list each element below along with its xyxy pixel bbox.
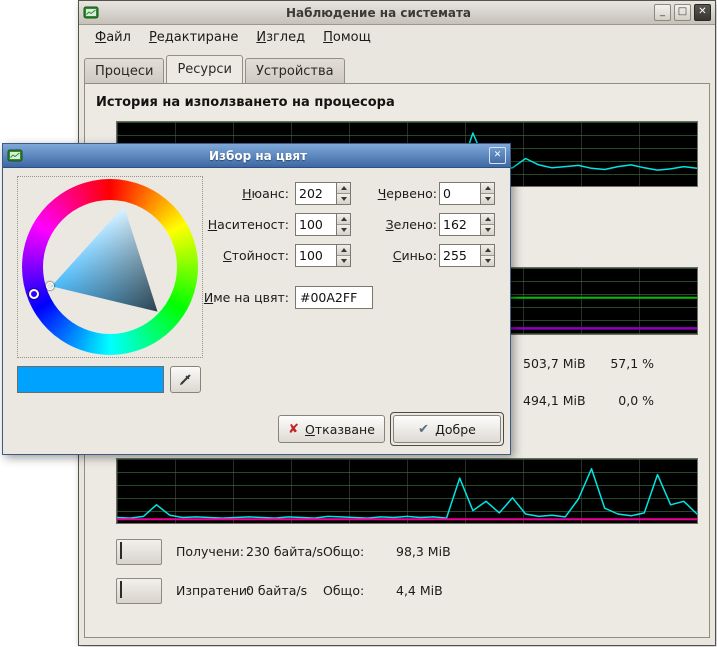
dialog-title: Избор на цвят <box>27 149 489 163</box>
dialog-close-icon[interactable]: ✕ <box>489 147 506 164</box>
hue-input[interactable] <box>296 183 336 204</box>
sv-marker[interactable] <box>46 282 54 290</box>
memory-total: 503,7 MiB <box>523 356 586 372</box>
sent-label: Изпратени: <box>176 583 246 598</box>
value-input[interactable] <box>296 245 336 266</box>
red-spin-down-button[interactable] <box>481 193 494 204</box>
blue-input[interactable] <box>440 245 480 266</box>
memory-stat-row: 503,7 MiB 57,1 % <box>523 356 654 372</box>
main-titlebar[interactable]: Наблюдение на системата _ □ ✕ <box>79 1 715 25</box>
sent-total: 4,4 MiB <box>396 583 443 598</box>
sent-rate: 0 байта/s <box>246 583 323 598</box>
value-label: Стойност: <box>143 244 289 267</box>
blue-spinner <box>439 244 495 267</box>
menu-help[interactable]: Помощ <box>314 26 380 50</box>
received-rate: 230 байта/s <box>246 544 323 559</box>
menu-edit[interactable]: Редактиране <box>140 26 247 50</box>
hue-marker[interactable] <box>29 289 39 299</box>
network-sent-row: Изпратени: 0 байта/s Общо: 4,4 MiB <box>116 577 443 604</box>
ok-button[interactable]: ✔ Добре <box>393 415 501 443</box>
network-history-chart <box>116 458 698 524</box>
green-label: Зелено: <box>333 213 437 236</box>
dialog-titlebar[interactable]: Избор на цвят ✕ <box>3 144 510 168</box>
saturation-input[interactable] <box>296 214 336 235</box>
tab-resources[interactable]: Ресурси <box>166 55 243 83</box>
received-label: Получени: <box>176 544 246 559</box>
menu-view[interactable]: Изглед <box>247 26 314 50</box>
red-spin-up-button[interactable] <box>481 183 494 193</box>
tab-processes[interactable]: Процеси <box>84 58 164 83</box>
cancel-button[interactable]: ✘ Отказване <box>278 415 385 443</box>
color-preview <box>17 366 164 393</box>
sent-total-label: Общо: <box>323 583 396 598</box>
blue-spin-down-button[interactable] <box>481 255 494 266</box>
received-total: 98,3 MiB <box>396 544 451 559</box>
cpu-section-title: История на използването на процесора <box>96 95 395 110</box>
cancel-icon: ✘ <box>288 422 299 437</box>
green-spinner <box>439 213 495 236</box>
swap-percent: 0,0 % <box>618 393 654 409</box>
eyedropper-icon <box>178 372 193 387</box>
hue-label: Нюанс: <box>143 182 289 205</box>
minimize-icon[interactable]: _ <box>654 4 671 21</box>
red-spinner <box>439 182 495 205</box>
received-color-swatch <box>120 542 122 559</box>
tab-bar: Процеси Ресурси Устройства <box>84 56 347 83</box>
dialog-app-icon <box>7 148 23 164</box>
menu-file[interactable]: Файл <box>86 26 140 50</box>
sent-color-swatch <box>120 581 122 598</box>
close-icon[interactable]: ✕ <box>694 4 711 21</box>
app-icon <box>83 5 99 21</box>
swap-total: 494,1 MiB <box>523 393 586 409</box>
received-total-label: Общо: <box>323 544 396 559</box>
window-title: Наблюдение на системата <box>103 6 654 20</box>
swap-stat-row: 494,1 MiB 0,0 % <box>523 393 654 409</box>
blue-label: Синьо: <box>333 244 437 267</box>
color-name-label: Име на цвят: <box>143 286 289 309</box>
saturation-label: Наситеност: <box>143 213 289 236</box>
green-spin-down-button[interactable] <box>481 224 494 235</box>
tab-devices[interactable]: Устройства <box>245 58 345 83</box>
green-spin-up-button[interactable] <box>481 214 494 224</box>
red-label: Червено: <box>333 182 437 205</box>
sent-color-button[interactable] <box>116 578 162 604</box>
menubar: Файл Редактиране Изглед Помощ <box>80 26 714 50</box>
ok-icon: ✔ <box>418 422 429 437</box>
red-input[interactable] <box>440 183 480 204</box>
default-button-frame: ✔ Добре <box>390 412 504 446</box>
received-color-button[interactable] <box>116 539 162 565</box>
screen: Наблюдение на системата _ □ ✕ Файл Редак… <box>0 0 717 647</box>
memory-percent: 57,1 % <box>610 356 654 372</box>
green-input[interactable] <box>440 214 480 235</box>
network-received-row: Получени: 230 байта/s Общо: 98,3 MiB <box>116 538 451 565</box>
eyedropper-button[interactable] <box>170 366 201 393</box>
color-picker-dialog: Избор на цвят ✕ Нюанс: Наситеност: <box>2 143 511 455</box>
maximize-icon[interactable]: □ <box>674 4 691 21</box>
blue-spin-up-button[interactable] <box>481 245 494 255</box>
color-name-input[interactable] <box>295 286 373 309</box>
